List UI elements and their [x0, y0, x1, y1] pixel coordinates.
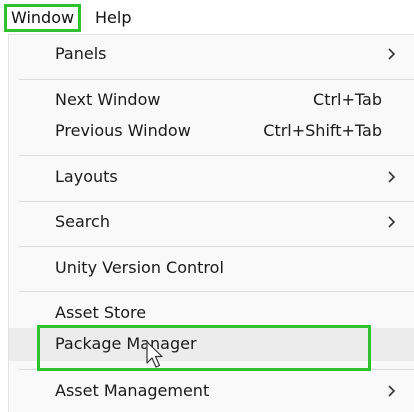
menu-item-label: Search — [55, 212, 110, 231]
menu-item-label: Asset Management — [55, 381, 210, 400]
menu-item-shortcut: Ctrl+Tab — [313, 90, 382, 109]
chevron-right-icon — [385, 38, 399, 70]
menu-help[interactable]: Help — [95, 4, 139, 32]
menu-separator — [19, 246, 414, 247]
menu-item-unity-version-control[interactable]: Unity Version Control — [9, 252, 414, 284]
menu-item-label: Panels — [55, 44, 107, 63]
menu-item-previous-window[interactable]: Previous Window Ctrl+Shift+Tab — [9, 115, 414, 147]
menu-separator — [19, 201, 414, 202]
menu-item-label: Layouts — [55, 167, 118, 186]
menu-item-layouts[interactable]: Layouts — [9, 161, 414, 193]
menu-separator — [19, 291, 414, 292]
menu-item-next-window[interactable]: Next Window Ctrl+Tab — [9, 84, 414, 116]
menu-window[interactable]: Window — [4, 4, 81, 32]
menu-item-shortcut: Ctrl+Shift+Tab — [263, 121, 382, 140]
menu-separator — [19, 79, 414, 80]
package-manager-highlight — [37, 325, 371, 371]
menu-item-panels[interactable]: Panels — [9, 38, 414, 70]
menu-item-asset-management[interactable]: Asset Management — [9, 375, 414, 407]
menu-item-search[interactable]: Search — [9, 206, 414, 238]
menu-item-label: Next Window — [55, 90, 161, 109]
menu-separator — [19, 155, 414, 156]
chevron-right-icon — [385, 161, 399, 193]
menu-item-label: Previous Window — [55, 121, 191, 140]
menu-item-label: Unity Version Control — [55, 258, 224, 277]
menu-bar: Window Help — [0, 0, 414, 36]
mouse-pointer-icon — [145, 341, 167, 369]
chevron-right-icon — [385, 375, 399, 407]
chevron-right-icon — [385, 206, 399, 238]
